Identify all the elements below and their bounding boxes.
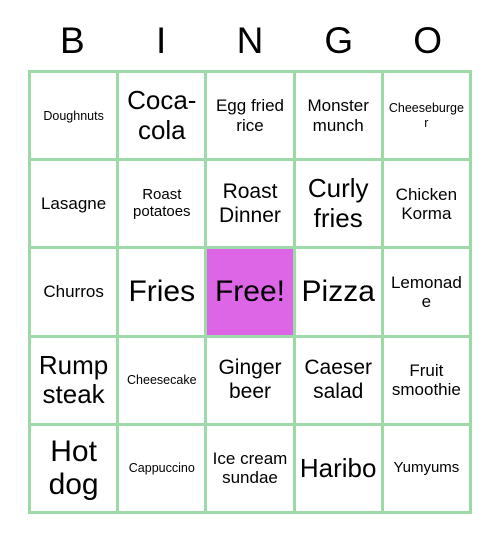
bingo-grid: Doughnuts Coca-cola Egg fried rice Monster … — [28, 70, 472, 514]
bingo-cell[interactable]: Fries — [119, 249, 208, 338]
bingo-cell-label: Monster munch — [307, 96, 369, 135]
bingo-cell[interactable]: Caeser salad — [295, 337, 384, 426]
bingo-cell-label: Ginger beer — [218, 356, 282, 404]
bingo-header-letter-o: O — [413, 19, 442, 61]
bingo-cell-label: Cheeseburger — [388, 101, 464, 130]
bingo-cell[interactable]: Ginger beer — [207, 337, 296, 426]
bingo-cell[interactable]: Lemonade — [383, 249, 472, 338]
bingo-cell-label: Free! — [214, 275, 285, 309]
bingo-cell[interactable]: Hot dog — [31, 425, 120, 514]
bingo-cell-label: Fruit smoothie — [391, 360, 461, 400]
bingo-cell-free-space[interactable]: Free! — [207, 249, 296, 338]
bingo-cell-label: Caeser salad — [304, 356, 373, 404]
bingo-cell[interactable]: Coca-cola — [119, 73, 208, 162]
bingo-cell[interactable]: Roast Dinner — [207, 161, 296, 250]
bingo-card: B I N G O Doughnuts Coca-cola Egg fried rice Mo… — [0, 0, 501, 544]
bingo-header-letter-b: B — [60, 19, 85, 61]
bingo-cell-label: Ice cream sundae — [212, 449, 288, 488]
bingo-cell-label: Lasagne — [40, 194, 107, 214]
bingo-cell[interactable]: Egg fried rice — [207, 73, 296, 162]
bingo-cell[interactable]: Cheesecake — [119, 337, 208, 426]
bingo-cell-label: Coca-cola — [127, 85, 197, 145]
bingo-cell-label: Haribo — [299, 452, 377, 483]
bingo-cell[interactable]: Haribo — [295, 425, 384, 514]
bingo-header-letter-i: I — [156, 19, 167, 61]
bingo-cell[interactable]: Lasagne — [31, 161, 120, 250]
bingo-cell[interactable]: Chicken Korma — [383, 161, 472, 250]
bingo-cell[interactable]: Churros — [31, 249, 120, 338]
bingo-cell-label: Curly fries — [307, 173, 369, 233]
bingo-cell-label: Doughnuts — [43, 108, 104, 123]
bingo-cell[interactable]: Ice cream sundae — [207, 425, 296, 514]
bingo-cell-label: Hot dog — [48, 434, 99, 502]
bingo-cell[interactable]: Monster munch — [295, 73, 384, 162]
bingo-cell-label: Yumyums — [393, 458, 460, 476]
bingo-cell[interactable]: Fruit smoothie — [383, 337, 472, 426]
bingo-cell[interactable]: Cheeseburger — [383, 73, 472, 162]
bingo-cell[interactable]: Pizza — [295, 249, 384, 338]
bingo-cell[interactable]: Curly fries — [295, 161, 384, 250]
bingo-cell-label: Chicken Korma — [395, 184, 458, 223]
bingo-cell[interactable]: Doughnuts — [31, 73, 120, 162]
bingo-cell-label: Pizza — [301, 275, 375, 309]
bingo-cell[interactable]: Yumyums — [383, 425, 472, 514]
bingo-header-letters: BINGO — [28, 14, 472, 66]
bingo-cell-label: Lemonade — [390, 272, 462, 311]
bingo-cell-label: Fries — [128, 275, 196, 309]
bingo-cell[interactable]: Rump steak — [31, 337, 120, 426]
bingo-cell-label: Cheesecake — [127, 373, 197, 388]
bingo-cell-label: Cappuccino — [128, 461, 195, 476]
bingo-cell-label: Roast Dinner — [219, 180, 281, 227]
bingo-cell[interactable]: Cappuccino — [119, 425, 208, 514]
bingo-cell-label: Roast potatoes — [133, 185, 191, 220]
bingo-cell-label: Egg fried rice — [215, 96, 285, 135]
bingo-cell-label: Churros — [43, 282, 104, 302]
bingo-cell[interactable]: Roast potatoes — [119, 161, 208, 250]
bingo-cell-label: Rump steak — [38, 349, 109, 410]
bingo-header-letter-n: N — [236, 19, 264, 61]
bingo-header-letter-g: G — [324, 19, 354, 61]
